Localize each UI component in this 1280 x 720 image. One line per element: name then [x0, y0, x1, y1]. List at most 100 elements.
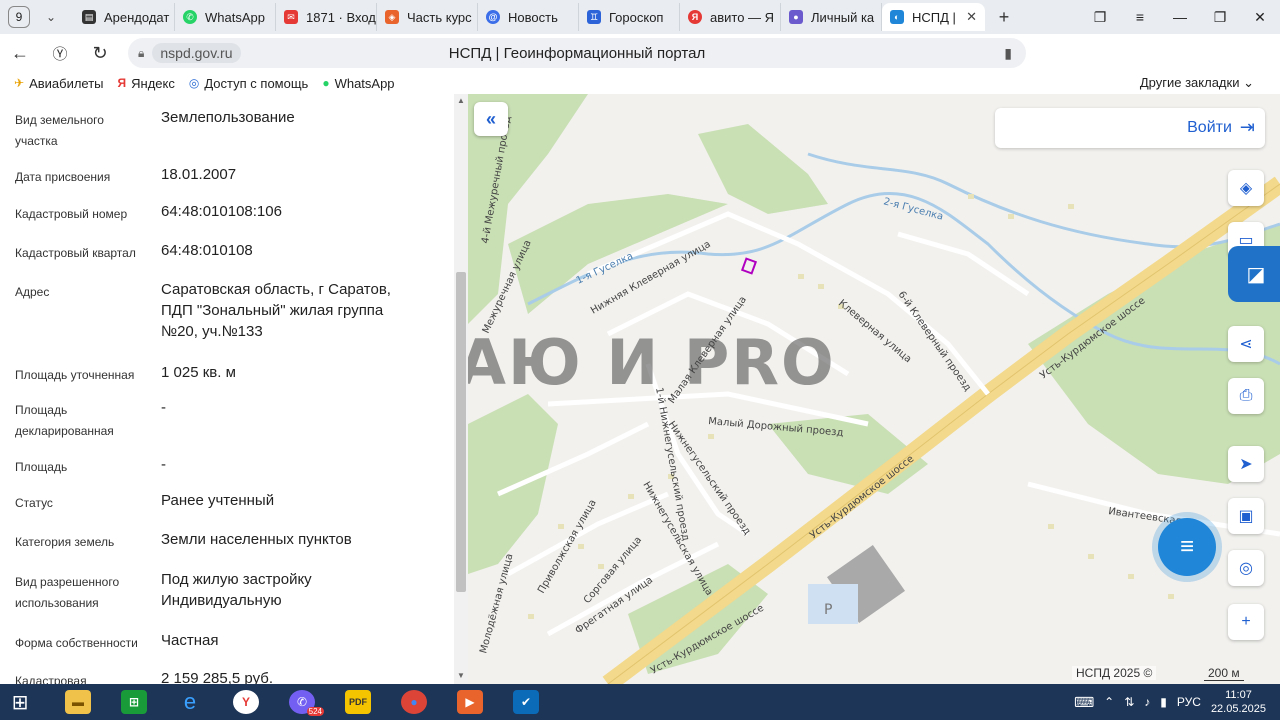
menu-icon[interactable]: ≡ [1120, 0, 1160, 34]
keyboard-icon[interactable]: ⌨ [1074, 694, 1094, 711]
back-icon[interactable]: ← [0, 34, 40, 72]
detail-label: Площадь декларированная [15, 403, 114, 438]
lock-icon[interactable]: 🔒︎ [138, 46, 144, 61]
detail-label: Форма собственности [15, 636, 138, 650]
media-player-icon[interactable]: ▶ [450, 684, 490, 720]
detail-value[interactable]: 64:48:010108:106 [161, 201, 421, 222]
internet-explorer-icon[interactable]: e [170, 684, 210, 720]
tab-8-active[interactable]: ◐ НСПД | ✕ [882, 3, 985, 31]
tab-2[interactable]: ✉ 1871 · Вход [276, 3, 377, 31]
selected-parcel[interactable] [740, 257, 758, 275]
detail-value: 18.01.2007 [161, 166, 237, 183]
print-button[interactable]: ⎙ [1228, 378, 1264, 414]
detail-value: Земли населенных пунктов [161, 531, 352, 548]
network-icon[interactable]: ⇅ [1124, 695, 1134, 709]
tab-4[interactable]: @ Новость [478, 3, 579, 31]
news-icon: @ [486, 10, 500, 24]
scroll-up-icon[interactable]: ▲ [457, 96, 465, 105]
window-close-icon[interactable]: ✕ [1240, 0, 1280, 34]
url-domain[interactable]: nspd.gov.ru [152, 43, 241, 63]
tab-7[interactable]: ● Личный ка [781, 3, 882, 31]
bookmarks-bar: ✈ Авиабилеты Я Яндекс ◎ Доступ с помощь … [0, 72, 1280, 94]
nspd-icon: ◐ [890, 10, 904, 24]
yandex-icon: Я [117, 76, 127, 90]
zoom-in-button[interactable]: + [1228, 604, 1264, 640]
detail-value: Частная [161, 632, 219, 649]
map-copyright: НСПД 2025 © [1072, 666, 1157, 680]
login-button[interactable]: Войти ⇥ [1187, 117, 1255, 138]
navigation-arrow-icon: ➤ [1239, 456, 1253, 473]
mail-icon: ✉ [284, 10, 298, 24]
panel-scrollbar[interactable]: ▲ ▼ [454, 94, 468, 684]
bookmark-whatsapp[interactable]: ● WhatsApp [322, 76, 394, 91]
yandex-browser-icon[interactable]: Y [226, 684, 266, 720]
assistant-widget[interactable]: ◪ [1228, 246, 1280, 302]
tray-expand-icon[interactable]: ⌃ [1104, 695, 1114, 709]
detail-label: Статус [15, 496, 53, 510]
search-location-button[interactable]: ◎ [1228, 550, 1264, 586]
file-explorer-icon[interactable]: ▬ [58, 684, 98, 720]
minimap-button[interactable]: ▣ [1228, 498, 1264, 534]
restore-icon[interactable]: ❐ [1200, 0, 1240, 34]
start-button[interactable]: ⊞ [0, 684, 40, 720]
whatsapp-icon: ✆ [183, 10, 197, 24]
tab-5[interactable]: ♊ Гороскоп [579, 3, 680, 31]
address-bar[interactable]: 🔒︎ nspd.gov.ru НСПД | Геоинформационный … [128, 38, 1026, 68]
double-chevron-left-icon: « [485, 108, 496, 129]
volume-icon[interactable]: ♪ [1144, 695, 1150, 709]
tab-title: Личный ка [811, 9, 875, 25]
yandex-icon: Я [688, 10, 702, 24]
bookmark-icon[interactable]: ▮ [1004, 45, 1012, 62]
reload-icon[interactable]: ↻ [80, 34, 120, 72]
tab-list-chevron-icon[interactable]: ⌄ [40, 6, 62, 28]
tab-1[interactable]: ✆ WhatsApp [175, 3, 276, 31]
new-tab-button[interactable]: + [991, 4, 1017, 30]
bookmark-access[interactable]: ◎ Доступ с помощь [189, 76, 308, 91]
clock[interactable]: 11:07 22.05.2025 [1211, 688, 1266, 716]
locate-button[interactable]: ➤ [1228, 446, 1264, 482]
security-app-icon[interactable]: ✔ [506, 684, 546, 720]
close-icon[interactable]: ✕ [966, 9, 977, 25]
map-scale: 200 м [1204, 666, 1244, 681]
collapse-panel-button[interactable]: « [474, 102, 508, 136]
detail-value: 1 025 кв. м [161, 364, 236, 381]
minimap-icon: ▣ [1238, 508, 1254, 525]
tab-3[interactable]: ◈ Часть курс [377, 3, 478, 31]
copy-window-icon[interactable]: ❐ [1080, 0, 1120, 34]
detail-label: Дата присвоения [15, 170, 111, 184]
tab-counter[interactable]: 9 [8, 6, 30, 28]
plane-icon: ✈ [14, 76, 25, 90]
share-button[interactable]: ⋖ [1228, 326, 1264, 362]
window-controls: ❐ ≡ — ❐ ✕ [1080, 0, 1280, 34]
layers-button[interactable]: ◈ [1228, 170, 1264, 206]
other-bookmarks[interactable]: Другие закладки ⌄ [1140, 75, 1254, 91]
search-location-icon: ◎ [1239, 560, 1253, 577]
street-label: 6-й Клеверный проезд [896, 289, 973, 393]
yandex-home-icon[interactable]: Ⓨ [40, 34, 80, 72]
detail-value[interactable]: 64:48:010108 [161, 240, 421, 261]
detail-value: Ранее учтенный [161, 492, 275, 509]
tab-0[interactable]: ▤ Арендодат [74, 3, 175, 31]
ruler-icon: ▤ [82, 10, 96, 24]
pdf-icon[interactable]: PDF [338, 684, 378, 720]
detail-label: Адрес [15, 285, 50, 299]
time: 11:07 [1225, 689, 1252, 701]
store-icon[interactable]: ⊞ [114, 684, 154, 720]
tab-6[interactable]: Я авито — Я [680, 3, 781, 31]
watermark: АЮ И PRO [468, 326, 836, 399]
bookmark-avia[interactable]: ✈ Авиабилеты [14, 76, 104, 91]
detail-label: Кадастровый квартал [15, 246, 136, 260]
scroll-down-icon[interactable]: ▼ [457, 671, 465, 680]
tab-title: 1871 · Вход [306, 9, 376, 25]
viber-icon[interactable]: ✆ 524 [282, 684, 324, 720]
horoscope-icon: ♊ [587, 10, 601, 24]
scroll-thumb[interactable] [456, 272, 466, 592]
bookmark-yandex[interactable]: Я Яндекс [118, 76, 175, 91]
language-indicator[interactable]: РУС [1177, 695, 1201, 709]
chrome-icon[interactable]: ● [394, 684, 434, 720]
chat-button[interactable]: ≡ [1158, 518, 1216, 576]
river-label: 2-я Гуселка [882, 196, 944, 223]
signal-icon[interactable]: ▮ [1160, 695, 1167, 709]
map-view[interactable]: Усть-Курдюмское шоссе Усть-Курдюмское шо… [468, 94, 1280, 684]
minimize-icon[interactable]: — [1160, 0, 1200, 34]
